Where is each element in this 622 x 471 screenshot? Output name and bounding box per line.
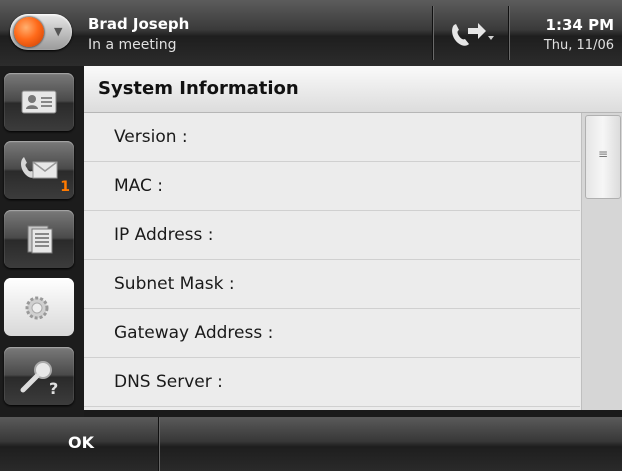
side-navigation-rail: 1 ? xyxy=(0,66,84,417)
user-name: Brad Joseph xyxy=(88,15,190,33)
row-label: DNS Server : xyxy=(114,372,223,392)
info-row-dns-server[interactable]: DNS Server : xyxy=(84,358,580,407)
row-label: Gateway Address : xyxy=(114,323,274,343)
divider xyxy=(432,6,434,60)
user-presence-status: In a meeting xyxy=(88,37,177,53)
softkey-bar: OK xyxy=(0,417,622,471)
unread-count-badge: 1 xyxy=(60,179,70,195)
page-title: System Information xyxy=(98,78,299,99)
ok-button[interactable]: OK xyxy=(0,417,158,471)
scrollbar[interactable]: ≡ xyxy=(581,113,622,410)
info-row-gateway-address[interactable]: Gateway Address : xyxy=(84,309,580,358)
row-label: Version : xyxy=(114,127,188,147)
call-forward-icon xyxy=(452,23,494,46)
info-row-ip-address[interactable]: IP Address : xyxy=(84,211,580,260)
grip-icon: ≡ xyxy=(598,147,609,161)
rail-button-call-log[interactable] xyxy=(4,210,74,268)
gear-icon xyxy=(25,296,49,320)
info-row-mac[interactable]: MAC : xyxy=(84,162,580,211)
info-list: Version : MAC : IP Address : Subnet Mask… xyxy=(84,113,580,407)
row-label: IP Address : xyxy=(114,225,214,245)
info-row-subnet-mask[interactable]: Subnet Mask : xyxy=(84,260,580,309)
clock-date: Thu, 11/06 xyxy=(543,38,614,53)
voicemail-envelope-icon xyxy=(21,157,58,179)
ok-button-label: OK xyxy=(68,433,94,452)
row-label: MAC : xyxy=(114,176,163,196)
chevron-down-icon: ▼ xyxy=(54,25,63,38)
scrollbar-thumb[interactable]: ≡ xyxy=(585,115,621,199)
info-row-version[interactable]: Version : xyxy=(84,113,580,162)
call-forward-button[interactable] xyxy=(436,6,508,60)
call-log-list-icon xyxy=(27,225,53,254)
rail-button-search[interactable]: ? xyxy=(4,347,74,405)
status-bar: ▼ Brad Joseph In a meeting 1:34 PM Thu, … xyxy=(0,0,622,66)
rail-button-contacts[interactable] xyxy=(4,73,74,131)
row-label: Subnet Mask : xyxy=(114,274,235,294)
clock-time: 1:34 PM xyxy=(545,16,614,34)
panel-header: System Information xyxy=(84,66,622,113)
divider xyxy=(158,417,160,471)
contact-card-icon xyxy=(21,90,57,114)
svg-text:?: ? xyxy=(49,379,58,396)
rail-button-messages[interactable]: 1 xyxy=(4,141,74,199)
rail-button-settings[interactable] xyxy=(4,278,74,336)
system-information-panel: System Information Version : MAC : IP Ad… xyxy=(84,66,622,410)
divider xyxy=(508,6,510,60)
presence-status-icon xyxy=(14,17,44,47)
search-magnifier-icon: ? xyxy=(20,361,58,396)
presence-button[interactable]: ▼ xyxy=(10,14,72,50)
